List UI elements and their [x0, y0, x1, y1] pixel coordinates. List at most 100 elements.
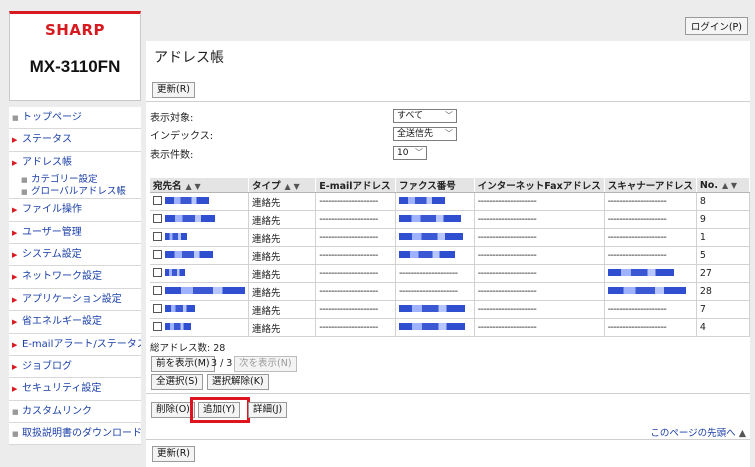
nav-item-network-settings[interactable]: ▶ ネットワーク設定	[9, 266, 141, 289]
nav-subitem-global-address-book[interactable]: ■ グローバルアドレス帳	[9, 186, 141, 200]
triangle-right-icon: ▶	[12, 250, 18, 259]
nav-item-label: E-mailアラート/ステータス	[22, 338, 141, 350]
redacted-name[interactable]	[165, 197, 209, 204]
ifax-cell: --------------------	[474, 192, 605, 211]
redacted-fax	[398, 251, 455, 258]
select-value: 全送信先	[397, 129, 434, 139]
nav-item-manual-download[interactable]: ■ 取扱説明書のダウンロード	[9, 423, 141, 446]
display-target-select[interactable]: すべて ﹀	[393, 109, 457, 123]
table-header-row: 宛先名 ▲ ▼ タイプ ▲ ▼ E-mailアドレス ファクス番号 インターネットF…	[150, 178, 751, 193]
redacted-name[interactable]	[165, 215, 215, 222]
main-content: ログイン(P) アドレス帳 更新(R) 表示対象: すべて ﹀ インデックス: 全…	[146, 11, 751, 467]
nav-item-job-log[interactable]: ▶ ジョブログ	[9, 355, 141, 379]
refresh-button-bottom[interactable]: 更新(R)	[152, 446, 196, 462]
count-select[interactable]: 10 ﹀	[393, 146, 427, 160]
email-cell: --------------------	[315, 282, 396, 301]
chevron-down-icon: ﹀	[415, 148, 423, 157]
nav-item-user-management[interactable]: ▶ ユーザー管理	[9, 221, 141, 244]
nav-item-energy-save[interactable]: ▶ 省エネルギー設定	[9, 311, 141, 334]
email-cell: --------------------	[315, 210, 396, 229]
email-cell: --------------------	[315, 264, 396, 283]
redacted-scanner	[607, 287, 686, 294]
column-header-fax: ファクス番号	[395, 178, 475, 193]
nav-item-label: カスタムリンク	[22, 405, 92, 417]
triangle-right-icon: ▶	[12, 340, 18, 349]
chevron-down-icon: ﹀	[445, 111, 453, 120]
table-row: 連絡先 -------------------- ---------------…	[150, 246, 751, 265]
page-title: アドレス帳	[154, 50, 224, 66]
email-cell: --------------------	[315, 246, 396, 265]
nav-item-top-page[interactable]: ■ トップページ	[9, 107, 141, 130]
deselect-all-button[interactable]: 選択解除(K)	[207, 374, 269, 390]
nav-subitem-category[interactable]: ■ カテゴリー設定	[9, 174, 141, 187]
nav-item-status[interactable]: ▶ ステータス	[9, 129, 141, 152]
scanner-cell: --------------------	[604, 318, 697, 337]
scanner-cell: --------------------	[604, 300, 697, 319]
row-checkbox[interactable]	[153, 196, 162, 205]
redacted-fax	[398, 305, 465, 312]
redacted-name[interactable]	[165, 233, 187, 240]
redacted-name[interactable]	[165, 269, 185, 276]
triangle-right-icon: ▶	[12, 136, 18, 145]
nav-item-email-alert[interactable]: ▶ E-mailアラート/ステータス	[9, 333, 141, 356]
sharp-logo: SHARP	[44, 21, 105, 39]
redacted-name[interactable]	[165, 287, 245, 294]
row-checkbox[interactable]	[153, 250, 162, 259]
nav-item-custom-link[interactable]: ■ カスタムリンク	[9, 400, 141, 424]
nav-item-address-book[interactable]: ▶ アドレス帳	[9, 151, 141, 175]
redacted-name[interactable]	[165, 323, 191, 330]
triangle-right-icon: ▶	[12, 318, 18, 327]
column-header-name[interactable]: 宛先名 ▲ ▼	[150, 178, 249, 193]
next-page-button[interactable]: 次を表示(N)	[234, 356, 297, 372]
row-checkbox[interactable]	[153, 214, 162, 223]
scanner-cell: --------------------	[604, 246, 697, 265]
triangle-right-icon: ▶	[12, 295, 18, 304]
row-checkbox[interactable]	[153, 304, 162, 313]
nav-item-label: システム設定	[22, 248, 82, 260]
nav-item-security[interactable]: ▶ セキュリティ設定	[9, 378, 141, 401]
no-cell: 5	[696, 246, 751, 265]
fax-cell: --------------------	[395, 282, 475, 301]
type-cell: 連絡先	[248, 228, 317, 247]
email-cell: --------------------	[315, 300, 396, 319]
type-cell: 連絡先	[248, 192, 317, 211]
refresh-button[interactable]: 更新(R)	[152, 82, 196, 98]
add-button[interactable]: 追加(Y)	[198, 402, 241, 418]
nav-item-label: セキュリティ設定	[22, 383, 102, 395]
nav-item-label: ジョブログ	[22, 360, 72, 372]
row-checkbox[interactable]	[153, 322, 162, 331]
row-checkbox[interactable]	[153, 286, 162, 295]
select-all-button[interactable]: 全選択(S)	[151, 374, 203, 390]
detail-button[interactable]: 詳細(J)	[248, 402, 288, 418]
table-row: 連絡先 -------------------- ---------------…	[150, 228, 751, 247]
table-row: 連絡先 -------------------- ---------------…	[150, 210, 751, 229]
nav-item-file-operation[interactable]: ▶ ファイル操作	[9, 199, 141, 222]
redacted-fax	[398, 233, 463, 240]
back-to-top-link[interactable]: このページの先頭へ ▲	[650, 425, 746, 439]
redacted-scanner	[607, 269, 674, 276]
nav-item-label: ユーザー管理	[22, 226, 82, 238]
ifax-cell: --------------------	[474, 264, 605, 283]
ifax-cell: --------------------	[474, 246, 605, 265]
total-address-count: 総アドレス数: 28	[150, 343, 226, 354]
column-header-no[interactable]: No. ▲ ▼	[696, 178, 751, 193]
row-checkbox[interactable]	[153, 232, 162, 241]
column-header-scanner: スキャナーアドレス	[604, 178, 697, 193]
nav-item-application-settings[interactable]: ▶ アプリケーション設定	[9, 288, 141, 312]
index-select[interactable]: 全送信先 ﹀	[393, 127, 457, 141]
sort-arrows-icon[interactable]: ▲ ▼	[722, 181, 737, 190]
column-header-type[interactable]: タイプ ▲ ▼	[248, 178, 317, 193]
ifax-cell: --------------------	[474, 210, 605, 229]
sort-arrows-icon[interactable]: ▲ ▼	[285, 182, 300, 191]
nav-item-system-settings[interactable]: ▶ システム設定	[9, 243, 141, 267]
sort-arrows-icon[interactable]: ▲ ▼	[186, 182, 201, 191]
delete-button[interactable]: 削除(O)	[151, 402, 195, 418]
login-button[interactable]: ログイン(P)	[684, 17, 748, 35]
row-checkbox[interactable]	[153, 268, 162, 277]
redacted-name[interactable]	[165, 251, 213, 258]
prev-page-button[interactable]: 前を表示(M)	[151, 356, 215, 372]
square-bullet-icon: ■	[12, 114, 19, 122]
ifax-cell: --------------------	[474, 300, 605, 319]
redacted-name[interactable]	[165, 305, 195, 312]
table-row: 連絡先 -------------------- ---------------…	[150, 300, 751, 319]
